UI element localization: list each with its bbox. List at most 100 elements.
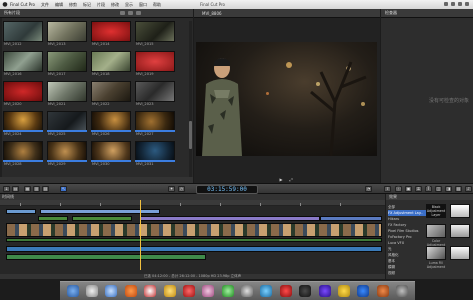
wifi-icon[interactable] <box>444 2 448 6</box>
music-icon[interactable]: ♪ <box>465 186 472 192</box>
import-icon[interactable]: ↓ <box>3 186 10 192</box>
insert-clip-icon[interactable]: ▥ <box>33 186 40 192</box>
effect-thumbnail[interactable] <box>450 246 470 260</box>
clip-thumbnail[interactable]: MVI_2028 <box>3 141 43 167</box>
storyline-audio[interactable] <box>6 238 382 242</box>
library-icon[interactable]: ▤ <box>12 186 19 192</box>
audio-clip[interactable] <box>38 216 68 221</box>
select-tool-icon[interactable]: ↖ <box>60 186 67 192</box>
notes-icon[interactable] <box>337 285 350 297</box>
firefox-icon[interactable] <box>124 285 137 297</box>
motion-icon[interactable] <box>318 285 331 297</box>
play-icon[interactable]: ▶ <box>280 178 285 182</box>
titles-icon[interactable]: T <box>425 186 432 192</box>
clip-thumbnail[interactable]: MVI_2013 <box>47 21 87 47</box>
clip-thumbnail[interactable]: MVI_2012 <box>3 21 43 47</box>
effects-category[interactable]: 视频 <box>388 270 436 276</box>
audio-clip[interactable] <box>72 216 132 221</box>
music-track[interactable] <box>6 246 382 252</box>
volume-icon[interactable] <box>451 2 455 6</box>
photos-icon[interactable]: ▨ <box>455 186 462 192</box>
clip-appearance-icon[interactable] <box>128 11 133 15</box>
calendar-icon[interactable] <box>182 285 195 297</box>
menu-file[interactable]: 文件 <box>41 2 49 8</box>
clip-thumbnail[interactable]: MVI_2022 <box>91 81 131 107</box>
effect-thumbnail[interactable] <box>450 224 470 238</box>
library-sidebar[interactable] <box>0 18 2 183</box>
timeline-ruler[interactable] <box>0 200 385 206</box>
effect-thumbnail[interactable] <box>426 246 446 260</box>
clip-thumbnail[interactable]: MVI_2026 <box>91 111 131 137</box>
final-cut-icon[interactable] <box>299 285 312 297</box>
append-clip-icon[interactable]: ▧ <box>42 186 49 192</box>
menu-window[interactable]: 窗口 <box>139 2 147 8</box>
video-preview[interactable] <box>196 42 377 156</box>
effects-browser-icon[interactable]: ▣ <box>405 186 412 192</box>
clip-thumbnail[interactable]: MVI_2031 <box>135 141 175 167</box>
generators-icon[interactable]: ◫ <box>435 186 442 192</box>
clip-thumbnail[interactable]: MVI_2014 <box>91 21 131 47</box>
clip-thumbnail[interactable]: MVI_2027 <box>135 111 175 137</box>
clip-thumbnail[interactable]: MVI_2021 <box>47 81 87 107</box>
itunes-icon[interactable] <box>202 285 215 297</box>
retime-icon[interactable]: ◷ <box>178 186 185 192</box>
menu-help[interactable]: 帮助 <box>153 2 161 8</box>
title-clip[interactable] <box>140 216 320 221</box>
clock-icon[interactable] <box>458 2 462 6</box>
menu-trim[interactable]: 修剪 <box>69 2 77 8</box>
clip-thumbnail[interactable]: MVI_2029 <box>47 141 87 167</box>
preferences-icon[interactable] <box>241 285 254 297</box>
spotlight-icon[interactable] <box>465 2 469 6</box>
menu-modify[interactable]: 修改 <box>111 2 119 8</box>
clip-thumbnail[interactable]: MVI_2015 <box>135 21 175 47</box>
mail-icon[interactable] <box>163 285 176 297</box>
menu-mark[interactable]: 标记 <box>83 2 91 8</box>
safari-icon[interactable] <box>105 285 118 297</box>
background-tasks-icon[interactable]: ◔ <box>365 186 372 192</box>
transitions-icon[interactable]: ⧖ <box>415 186 422 192</box>
qq-icon[interactable] <box>357 285 370 297</box>
title-clip[interactable] <box>320 216 382 221</box>
primary-storyline[interactable] <box>6 223 382 237</box>
finder-icon[interactable] <box>66 285 79 297</box>
chrome-icon[interactable] <box>144 285 157 297</box>
status-tray <box>444 2 469 6</box>
connect-clip-icon[interactable]: ▦ <box>24 186 31 192</box>
vlc-icon[interactable] <box>376 285 389 297</box>
themes-icon[interactable]: ◨ <box>445 186 452 192</box>
scroll-thumb[interactable] <box>189 121 192 149</box>
fullscreen-icon[interactable]: ⤢ <box>290 178 295 182</box>
trash-icon[interactable] <box>396 285 409 297</box>
connected-clip[interactable] <box>40 209 160 214</box>
clip-thumbnail[interactable]: MVI_2020 <box>3 81 43 107</box>
clip-thumbnail[interactable]: MVI_2018 <box>91 51 131 77</box>
menu-view[interactable]: 显示 <box>125 2 133 8</box>
browser-search-icon[interactable] <box>136 11 141 15</box>
menu-app[interactable]: Final Cut Pro <box>10 2 35 7</box>
launchpad-icon[interactable] <box>86 285 99 297</box>
audio-track[interactable] <box>6 254 206 260</box>
app-store-icon[interactable] <box>260 285 273 297</box>
effect-thumbnail[interactable] <box>450 204 470 218</box>
photo-booth-icon[interactable] <box>279 285 292 297</box>
clip-thumbnail[interactable]: MVI_2030 <box>91 141 131 167</box>
inspector-toggle-icon[interactable]: ⓘ <box>395 186 402 192</box>
filter-icon[interactable] <box>120 11 125 15</box>
clip-thumbnail[interactable]: MVI_2023 <box>135 81 175 107</box>
connected-clip[interactable] <box>6 209 36 214</box>
clip-thumbnail[interactable]: MVI_2017 <box>47 51 87 77</box>
clip-thumbnail[interactable]: MVI_2024 <box>3 111 43 137</box>
effect-thumbnail[interactable] <box>426 224 446 238</box>
clip-thumbnail[interactable]: MVI_2016 <box>3 51 43 77</box>
playhead[interactable] <box>140 200 141 270</box>
browser-scrollbar[interactable] <box>189 21 192 181</box>
share-icon[interactable]: ⇪ <box>384 186 391 192</box>
clip-thumbnail[interactable]: MVI_2025 <box>47 111 87 137</box>
clip-thumbnail[interactable]: MVI_2019 <box>135 51 175 77</box>
menu-clip[interactable]: 片段 <box>97 2 105 8</box>
timecode-display[interactable]: 03:15:59:00 <box>196 185 258 194</box>
messages-icon[interactable] <box>221 285 234 297</box>
menu-edit[interactable]: 编辑 <box>55 2 63 8</box>
apple-menu-icon[interactable]: ● <box>0 1 10 8</box>
enhance-icon[interactable]: ✦ <box>168 186 175 192</box>
